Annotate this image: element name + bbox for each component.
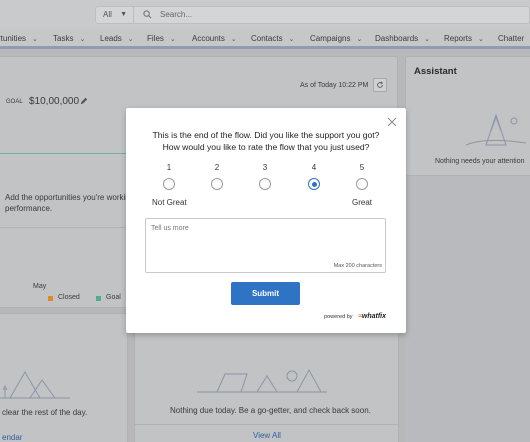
rating-radio[interactable] <box>356 178 368 190</box>
chevron-down-icon[interactable]: ⌄ <box>32 36 38 43</box>
chevron-down-icon: ▼ <box>120 11 127 18</box>
nav-item-files[interactable]: Files ⌄ <box>147 28 176 49</box>
divider <box>0 227 128 228</box>
refresh-icon <box>377 81 384 88</box>
goal-label: GOAL <box>6 99 23 105</box>
rating-scale: 1 2 3 4 5 <box>126 162 406 202</box>
nav-item-tasks[interactable]: Tasks ⌄ <box>53 28 85 49</box>
rating-number: 3 <box>262 163 268 172</box>
nav-item-label: Contacts <box>251 34 283 43</box>
rating-radio[interactable] <box>259 178 271 190</box>
nav-item-label: Leads <box>100 34 122 43</box>
tasks-illustration <box>0 370 70 399</box>
search-scope-select[interactable]: All ▼ <box>96 7 134 23</box>
nav-item-leads[interactable]: Leads ⌄ <box>100 28 134 49</box>
nav-item-label: Dashboards <box>375 34 419 43</box>
rating-number: 5 <box>359 163 365 172</box>
empty-state-line1: Add the opportunities you're working <box>5 193 135 202</box>
nav-item-label: Reports <box>444 34 473 43</box>
rating-option-5[interactable]: 5 <box>347 162 377 198</box>
assistant-card: Assistant Nothing needs your attention <box>405 56 530 176</box>
powered-by-label: powered by <box>324 314 353 320</box>
survey-question: This is the end of the flow. Did you lik… <box>126 129 406 153</box>
nav-item-reports[interactable]: Reports ⌄ <box>444 28 484 49</box>
nav-item-label: Tasks <box>53 34 74 43</box>
chevron-down-icon[interactable]: ⌄ <box>424 36 430 43</box>
nav-item-campaigns[interactable]: Campaigns ⌄ <box>310 28 362 49</box>
view-calendar-link[interactable]: endar <box>2 433 22 442</box>
goal-line <box>0 153 128 154</box>
search-input[interactable]: Search... <box>160 7 192 23</box>
nav-item-contacts[interactable]: Contacts ⌄ <box>251 28 294 49</box>
legend-closed-swatch <box>48 296 53 301</box>
nav-item-label: Accounts <box>192 34 225 43</box>
rating-option-2[interactable]: 2 <box>202 162 232 198</box>
search-scope-label: All <box>103 10 112 19</box>
close-icon[interactable] <box>387 117 397 127</box>
view-all-link[interactable]: View All <box>253 431 281 440</box>
feedback-survey-dialog: This is the end of the flow. Did you lik… <box>126 108 406 333</box>
nav-item-accounts[interactable]: Accounts ⌄ <box>192 28 237 49</box>
rating-option-4[interactable]: 4 <box>299 162 329 198</box>
tasks-empty-state: clear the rest of the day. <box>2 408 88 417</box>
nav-item-opportunities[interactable]: rtunities ⌄ <box>0 28 38 49</box>
pencil-icon[interactable] <box>80 97 88 105</box>
chevron-down-icon[interactable]: ⌄ <box>79 36 85 43</box>
goal-value: $10,00,000 <box>29 96 80 107</box>
assistant-illustration <box>466 113 526 146</box>
as-of-timestamp: As of Today 10:22 PM <box>300 82 369 89</box>
rating-number: 4 <box>311 163 317 172</box>
chevron-down-icon[interactable]: ⌄ <box>289 36 295 43</box>
events-illustration <box>197 368 327 393</box>
rating-radio[interactable] <box>308 178 320 190</box>
chevron-down-icon[interactable]: ⌄ <box>170 36 176 43</box>
rating-number: 2 <box>214 163 220 172</box>
global-header: All ▼ Search... <box>0 0 530 28</box>
submit-button[interactable]: Submit <box>231 282 300 305</box>
scale-low-label: Not Great <box>152 198 187 207</box>
nav-item-label: Chatter <box>498 34 525 43</box>
month-label: May <box>33 283 47 290</box>
legend-goal-label: Goal <box>106 294 121 301</box>
rating-option-3[interactable]: 3 <box>250 162 280 198</box>
assistant-title: Assistant <box>414 66 457 77</box>
nav-item-label: rtunities <box>0 34 27 43</box>
rating-radio[interactable] <box>211 178 223 190</box>
nav-item-label: Files <box>147 34 164 43</box>
survey-question-line2: How would you like to rate the flow that… <box>162 142 370 152</box>
scale-high-label: Great <box>351 198 372 207</box>
rating-number: 1 <box>166 163 172 172</box>
nav-bar: rtunities ⌄ Tasks ⌄ Leads ⌄ Files ⌄ Accounts… <box>0 28 530 49</box>
legend-goal-swatch <box>96 296 101 301</box>
rating-radio[interactable] <box>163 178 175 190</box>
nav-item-dashboards[interactable]: Dashboards ⌄ <box>375 28 430 49</box>
nav-item-chatter[interactable]: Chatter <box>498 28 524 49</box>
global-search[interactable]: All ▼ Search... <box>95 6 530 24</box>
sidebar-blank <box>405 176 530 442</box>
legend-closed-label: Closed <box>58 294 80 301</box>
empty-state-line2: performance. <box>5 204 53 213</box>
survey-question-line1: This is the end of the flow. Did you lik… <box>152 130 380 140</box>
chevron-down-icon[interactable]: ⌄ <box>478 36 484 43</box>
tasks-card: clear the rest of the day. endar <box>0 313 128 442</box>
whatfix-logo: ≈whatfix <box>358 313 386 320</box>
rating-option-1[interactable]: 1 <box>154 162 184 198</box>
chevron-down-icon[interactable]: ⌄ <box>128 36 134 43</box>
refresh-button[interactable] <box>373 78 387 92</box>
divider <box>135 424 400 425</box>
search-icon <box>143 10 152 19</box>
events-empty-state: Nothing due today. Be a go-getter, and c… <box>170 406 371 415</box>
assistant-empty-state: Nothing needs your attention <box>435 158 525 165</box>
nav-item-label: Campaigns <box>310 34 351 43</box>
char-limit-hint: Max 200 characters <box>333 263 382 269</box>
chevron-down-icon[interactable]: ⌄ <box>356 36 362 43</box>
chevron-down-icon[interactable]: ⌄ <box>231 36 237 43</box>
powered-by: powered by ≈whatfix <box>324 313 386 320</box>
